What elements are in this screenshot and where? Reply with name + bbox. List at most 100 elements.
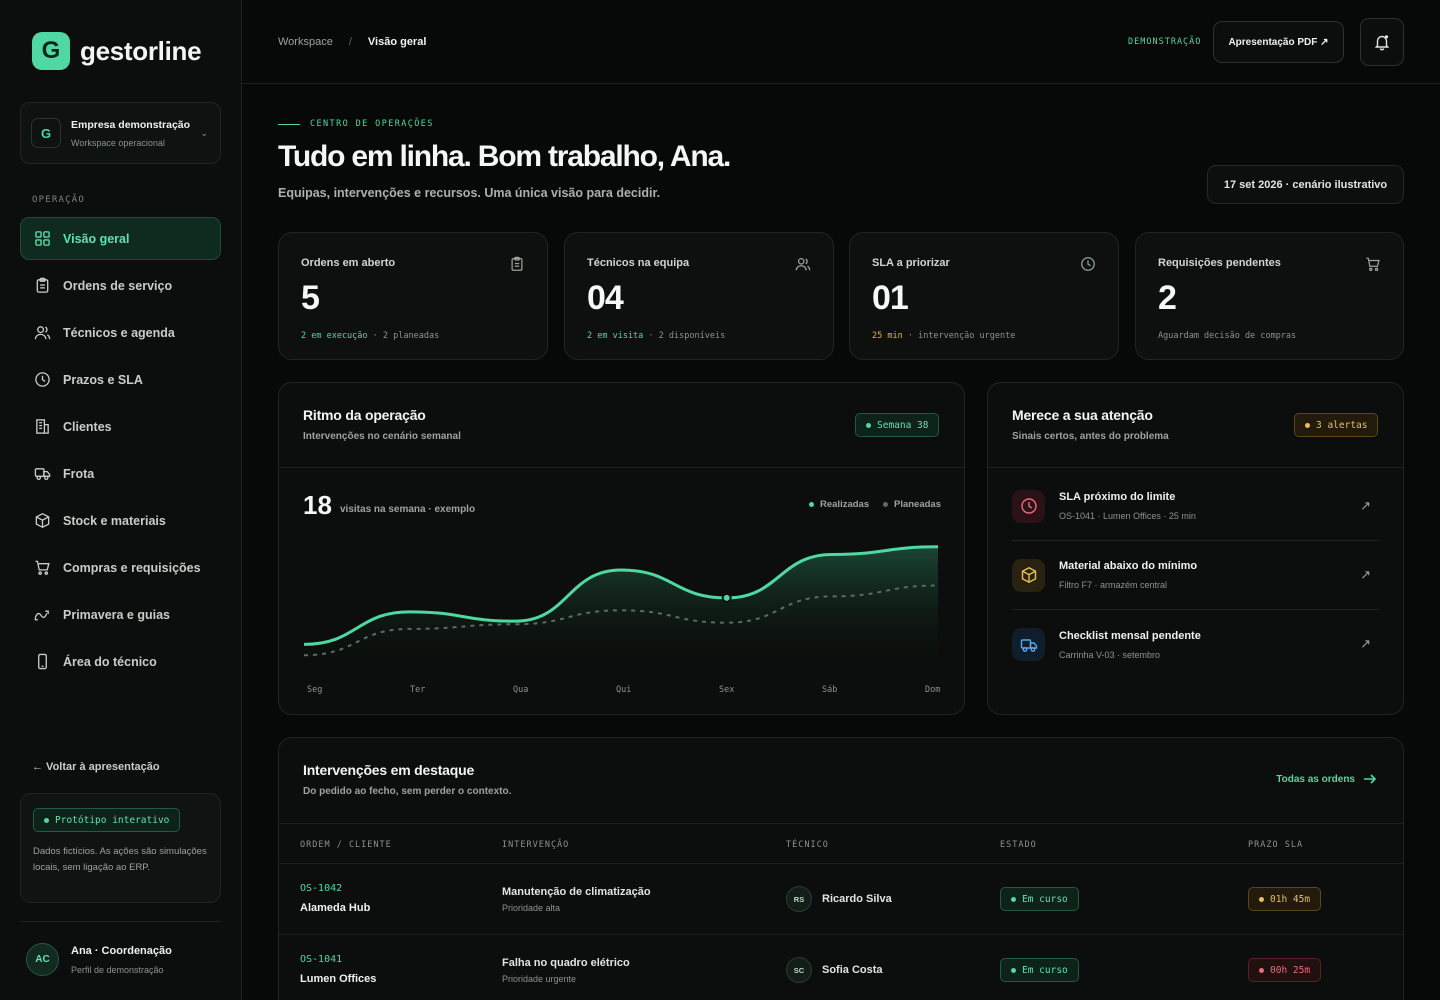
sla-label: 00h 25m: [1270, 964, 1311, 976]
workspace-name: Empresa demonstração: [71, 118, 191, 131]
column-header-order[interactable]: ORDEM / CLIENTE: [300, 840, 392, 850]
kpi-value: 2: [1158, 279, 1177, 317]
sidebar-item-primavera[interactable]: Primavera e guias: [20, 593, 221, 636]
column-header-status[interactable]: ESTADO: [1000, 840, 1037, 850]
panel-title: Ritmo da operação: [303, 407, 426, 423]
column-header-sla[interactable]: PRAZO SLA: [1248, 840, 1303, 850]
brand-logo[interactable]: G gestorline: [32, 32, 202, 70]
x-tick-label: Ter: [410, 685, 426, 695]
week-chip[interactable]: Semana 38: [855, 413, 940, 437]
breadcrumb: Workspace / Visão geral: [278, 36, 426, 48]
legend-dot-icon: [809, 502, 814, 507]
order-id[interactable]: OS-1041: [300, 954, 376, 965]
user-role: Perfil de demonstração: [71, 964, 164, 975]
kpi-value: 5: [301, 279, 320, 317]
breadcrumb-current: Visão geral: [367, 36, 427, 48]
sidebar-item-ordens[interactable]: Ordens de serviço: [20, 264, 221, 307]
column-header-intervention[interactable]: INTERVENÇÃO: [502, 840, 569, 850]
legend-planned: Planeadas: [883, 499, 941, 510]
sidebar-item-tecnicos[interactable]: Técnicos e agenda: [20, 311, 221, 354]
kpi-footnote-highlight: 2 em visita: [587, 331, 644, 341]
x-tick-label: Sex: [719, 685, 735, 695]
phone-icon: [38, 653, 47, 670]
sidebar-item-prazos[interactable]: Prazos e SLA: [20, 358, 221, 401]
prototype-card: Protótipo interativo Dados fictícios. As…: [20, 793, 221, 903]
kpi-value: 01: [872, 279, 909, 317]
alerts-chip: 3 alertas: [1294, 413, 1379, 437]
logo-mark-icon: G: [32, 32, 70, 70]
intervention-priority: Prioridade alta: [502, 903, 561, 913]
sidebar-item-compras[interactable]: Compras e requisições: [20, 546, 221, 589]
client-name: Lumen Offices: [300, 973, 377, 985]
status-badge: Em curso: [1000, 887, 1079, 911]
alert-item[interactable]: Checklist mensal pendente Carrinha V-03 …: [1012, 610, 1379, 679]
panel-subtitle: Do pedido ao fecho, sem perder o context…: [303, 786, 512, 797]
users-icon: [795, 258, 811, 271]
hero-eyebrow: CENTRO DE OPERAÇÕES: [278, 119, 434, 129]
legend-dot-icon: [883, 502, 888, 507]
workspace-badge: G: [31, 118, 61, 148]
kpi-footnote-highlight: 25 min: [872, 331, 903, 341]
pdf-presentation-button[interactable]: Apresentação PDF ↗: [1213, 21, 1344, 63]
bell-icon: [1374, 35, 1390, 51]
sidebar-item-area-tecnico[interactable]: Área do técnico: [20, 640, 221, 683]
alert-item[interactable]: Material abaixo do mínimo Filtro F7 · ar…: [1012, 541, 1379, 610]
kpi-sla[interactable]: SLA a priorizar 01 25 min · intervenção …: [849, 232, 1119, 360]
alert-icon-wrap: [1012, 558, 1045, 592]
sidebar-item-stock[interactable]: Stock e materiais: [20, 499, 221, 542]
status-dot-icon: [1305, 422, 1310, 428]
building-icon: [36, 419, 49, 434]
status-dot-icon: [44, 817, 49, 823]
brand-name: gestorline: [80, 35, 202, 66]
sidebar: G gestorline G Empresa demonstração Work…: [0, 0, 242, 1000]
alert-subtitle: OS-1041 · Lumen Offices · 25 min: [1059, 511, 1196, 521]
status-dot-icon: [1011, 967, 1016, 973]
sidebar-item-label: Visão geral: [63, 231, 130, 246]
alert-icon-wrap: [1012, 489, 1045, 523]
kpi-technicians[interactable]: Técnicos na equipa 04 2 em visita · 2 di…: [564, 232, 834, 360]
breadcrumb-workspace[interactable]: Workspace: [278, 36, 333, 48]
eyebrow-line: [278, 123, 300, 125]
technician: RS Ricardo Silva: [786, 886, 892, 912]
table-row[interactable]: OS-1042 Alameda Hub Manutenção de climat…: [279, 863, 1403, 934]
weekly-total-caption: visitas na semana · exemplo: [340, 504, 476, 515]
notifications-button[interactable]: [1360, 18, 1404, 66]
users-icon: [34, 326, 51, 340]
kpi-open-orders[interactable]: Ordens em aberto 5 2 em execução · 2 pla…: [278, 232, 548, 360]
sidebar-nav: Visão geral Ordens de serviço Técnicos e…: [20, 217, 221, 687]
column-header-technician[interactable]: TÉCNICO: [786, 840, 829, 850]
x-tick-label: Qua: [513, 685, 529, 695]
page-title: Tudo em linha. Bom trabalho, Ana.: [278, 140, 731, 173]
prototype-badge: Protótipo interativo: [33, 808, 181, 832]
all-orders-link[interactable]: Todas as ordens: [1276, 773, 1377, 785]
status-label: Em curso: [1022, 893, 1068, 905]
alert-item[interactable]: SLA próximo do limite OS-1041 · Lumen Of…: [1012, 472, 1379, 541]
order-id[interactable]: OS-1042: [300, 883, 370, 894]
sidebar-item-frota[interactable]: Frota: [20, 452, 221, 495]
kpi-footnote-highlight: 2 em execução: [301, 331, 368, 341]
status-dot-icon: [1259, 967, 1264, 973]
eyebrow-label: CENTRO DE OPERAÇÕES: [310, 119, 434, 129]
alert-subtitle: Filtro F7 · armazém central: [1059, 580, 1168, 590]
box-icon: [35, 512, 50, 529]
sidebar-item-clientes[interactable]: Clientes: [20, 405, 221, 448]
breadcrumb-separator: /: [348, 36, 352, 48]
kpi-label: SLA a priorizar: [872, 257, 950, 269]
workspace-switcher[interactable]: G Empresa demonstração Workspace operaci…: [20, 102, 221, 164]
user-profile[interactable]: AC Ana · Coordenação Perfil de demonstra…: [26, 943, 172, 976]
sidebar-item-label: Área do técnico: [63, 654, 157, 669]
sidebar-item-visao-geral[interactable]: Visão geral: [20, 217, 221, 260]
back-to-presentation-link[interactable]: ← Voltar à apresentação: [32, 761, 160, 773]
kpi-footnote-rest: · 2 planeadas: [372, 331, 440, 341]
status-label: Em curso: [1022, 964, 1068, 976]
cart-icon: [35, 560, 50, 575]
route-icon: [34, 610, 49, 621]
kpi-requisitions[interactable]: Requisições pendentes 2 Aguardam decisão…: [1135, 232, 1404, 360]
table-row[interactable]: OS-1041 Lumen Offices Falha no quadro el…: [279, 934, 1403, 1000]
kpi-footnote-rest: · 2 disponíveis: [648, 331, 726, 341]
legend-label: Realizadas: [820, 499, 870, 510]
status-dot-icon: [866, 422, 871, 428]
sidebar-item-label: Prazos e SLA: [63, 372, 143, 387]
x-tick-label: Dom: [925, 685, 941, 695]
status-dot-icon: [1259, 896, 1264, 902]
